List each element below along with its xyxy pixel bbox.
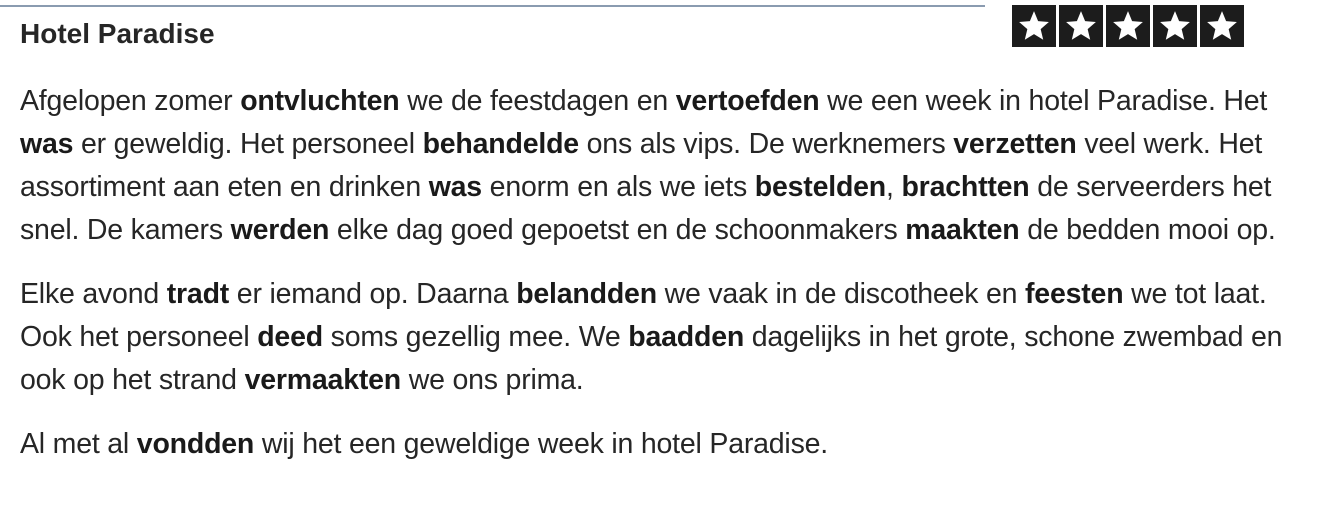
review-paragraph: Afgelopen zomer ontvluchten we de feestd… [20, 80, 1300, 252]
highlighted-verb: deed [257, 321, 323, 353]
highlighted-verb: ontvluchten [240, 85, 400, 117]
highlighted-verb: belandden [516, 278, 657, 310]
highlighted-verb: vondden [136, 428, 255, 460]
review-paragraph: Al met al vondden wij het een geweldige … [20, 423, 1300, 466]
paragraph-text: Al met al [20, 428, 137, 460]
review-body: Afgelopen zomer ontvluchten we de feestd… [20, 80, 1300, 466]
highlighted-verb: was [428, 171, 482, 203]
highlighted-verb: baadden [628, 321, 745, 353]
highlighted-verb: behandelde [422, 128, 580, 160]
paragraph-text: we vaak in de discotheek en [656, 278, 1026, 310]
highlighted-verb: bestelden [754, 171, 887, 203]
paragraph-text: we een week in hotel Paradise. Het [819, 85, 1268, 117]
paragraph-text: de bedden mooi op. [1019, 214, 1276, 246]
star-icon [1012, 5, 1056, 47]
highlighted-verb: werden [230, 214, 330, 246]
paragraph-text: Afgelopen zomer [20, 85, 241, 117]
highlighted-verb: brachtten [901, 171, 1030, 203]
star-icon [1200, 5, 1244, 47]
paragraph-text: Elke avond [20, 278, 167, 310]
highlighted-verb: vermaakten [244, 364, 402, 396]
review-title: Hotel Paradise [20, 18, 215, 49]
paragraph-text: , [886, 171, 902, 203]
paragraph-text: elke dag goed gepoetst en de schoonmaker… [329, 214, 906, 246]
paragraph-text: er iemand op. Daarna [229, 278, 517, 310]
highlighted-verb: feesten [1025, 278, 1124, 310]
paragraph-text: er geweldig. Het personeel [73, 128, 423, 160]
paragraph-text: enorm en als we iets [481, 171, 755, 203]
paragraph-text: ons als vips. De werknemers [578, 128, 954, 160]
header-rule [0, 5, 985, 7]
star-icon [1153, 5, 1197, 47]
paragraph-text: soms gezellig mee. We [322, 321, 629, 353]
highlighted-verb: tradt [166, 278, 230, 310]
highlighted-verb: was [20, 128, 74, 160]
star-rating [1012, 5, 1244, 47]
star-icon [1106, 5, 1150, 47]
paragraph-text: wij het een geweldige week in hotel Para… [254, 428, 828, 460]
highlighted-verb: maakten [905, 214, 1020, 246]
paragraph-text: we ons prima. [401, 364, 584, 396]
review-paragraph: Elke avond tradt er iemand op. Daarna be… [20, 273, 1300, 402]
star-icon [1059, 5, 1103, 47]
paragraph-text: we de feestdagen en [399, 85, 676, 117]
highlighted-verb: verzetten [953, 128, 1077, 160]
highlighted-verb: vertoefden [675, 85, 820, 117]
